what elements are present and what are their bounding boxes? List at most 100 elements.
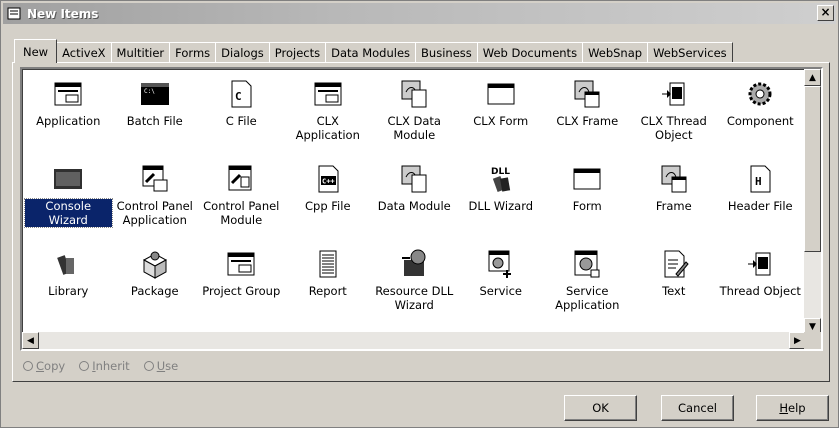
- item-console-wizard[interactable]: Console Wizard: [24, 157, 113, 242]
- item-dll-wizard[interactable]: DLL DLL Wizard: [458, 157, 545, 242]
- cancel-button[interactable]: Cancel: [661, 395, 734, 421]
- tab-strip: New ActiveX Multitier Forms Dialogs Projects D…: [14, 39, 733, 63]
- item-project-group[interactable]: Project Group: [198, 242, 285, 327]
- tab-forms[interactable]: Forms: [169, 42, 217, 63]
- new-items-icon: [7, 7, 21, 19]
- item-data-module[interactable]: Data Module: [371, 157, 458, 242]
- vertical-scrollbar[interactable]: ▲ ▼: [804, 69, 821, 335]
- item-label: Package: [130, 284, 179, 298]
- radio-dot[interactable]: [79, 361, 90, 371]
- service-icon: [488, 250, 511, 278]
- item-clx-thread-object[interactable]: CLX Thread Object: [631, 72, 718, 157]
- item-control-panel-module[interactable]: Control Panel Module: [198, 157, 285, 242]
- item-service[interactable]: Service: [458, 242, 545, 327]
- option-copy[interactable]: Copy: [23, 359, 65, 373]
- svg-text:C++: C++: [322, 178, 335, 186]
- option-use[interactable]: Use: [143, 359, 178, 373]
- item-clx-application[interactable]: CLX Application: [285, 72, 372, 157]
- item-label: Thread Object: [719, 284, 801, 298]
- tab-projects[interactable]: Projects: [268, 42, 327, 63]
- item-resource-dll-wizard[interactable]: Resource DLL Wizard: [371, 242, 458, 327]
- thread-icon: [748, 252, 771, 276]
- c-doc-icon: C: [231, 80, 252, 108]
- window-icon: [227, 252, 255, 276]
- item-package[interactable]: Package: [112, 242, 199, 327]
- item-label: Resource DLL Wizard: [375, 284, 454, 312]
- item-label: Control Panel Application: [116, 199, 193, 227]
- item-label: Batch File: [126, 114, 183, 128]
- books-icon: [57, 255, 75, 275]
- item-form[interactable]: Form: [544, 157, 631, 242]
- form-icon: [573, 168, 601, 190]
- vertical-scroll-thumb[interactable]: [804, 86, 821, 252]
- gear-icon: [748, 82, 772, 106]
- item-label: Control Panel Module: [203, 199, 280, 227]
- new-items-dialog: New Items × New ActiveX Multitier Forms Dial…: [0, 0, 839, 428]
- svg-text:C:\: C:\: [144, 88, 155, 95]
- item-component[interactable]: Component: [717, 72, 804, 157]
- scroll-left-button[interactable]: ◀: [22, 332, 39, 349]
- item-control-panel-application[interactable]: Control Panel Application: [112, 157, 199, 242]
- items-listview[interactable]: Application C:\ Batch File C C File CLX Appli…: [20, 67, 823, 351]
- tab-web-documents[interactable]: Web Documents: [476, 42, 584, 63]
- item-label: Text: [662, 284, 686, 298]
- close-button[interactable]: ×: [817, 5, 834, 21]
- resource-icon: [402, 249, 426, 276]
- item-label: Component: [726, 114, 794, 128]
- tab-webservices[interactable]: WebServices: [647, 42, 733, 63]
- horizontal-scrollbar[interactable]: ◀ ▶: [22, 332, 806, 349]
- item-cpp-file[interactable]: C++ Cpp File: [285, 157, 372, 242]
- item-batch-file[interactable]: C:\ Batch File: [112, 72, 199, 157]
- tab-websnap[interactable]: WebSnap: [582, 42, 649, 63]
- radio-dot[interactable]: [143, 361, 154, 371]
- window-icon: [54, 82, 82, 106]
- item-thread-object[interactable]: Thread Object: [717, 242, 804, 327]
- item-label: CLX Data Module: [387, 114, 441, 142]
- tab-dialogs[interactable]: Dialogs: [215, 42, 270, 63]
- datamodule-icon: [401, 165, 427, 193]
- tab-activex[interactable]: ActiveX: [56, 42, 112, 63]
- item-clx-data-module[interactable]: CLX Data Module: [371, 72, 458, 157]
- cpl-icon: [142, 165, 168, 192]
- item-label: Frame: [655, 199, 692, 213]
- window-icon: [314, 82, 342, 106]
- item-label: DLL Wizard: [468, 199, 534, 213]
- help-button[interactable]: Help: [756, 395, 829, 421]
- item-library[interactable]: Library: [25, 242, 112, 327]
- window-title: New Items: [27, 6, 99, 21]
- item-clx-frame[interactable]: CLX Frame: [544, 72, 631, 157]
- console-gray-icon: [54, 169, 83, 189]
- item-label: CLX Form: [473, 114, 529, 128]
- option-label: Inherit: [92, 359, 130, 373]
- radio-dot[interactable]: [23, 361, 33, 371]
- service-app-icon: [574, 250, 600, 278]
- ok-button[interactable]: OK: [564, 395, 637, 421]
- item-label: Form: [572, 199, 602, 213]
- option-label: Copy: [36, 359, 66, 373]
- scroll-up-button[interactable]: ▲: [804, 69, 821, 86]
- report-icon: [319, 250, 337, 278]
- item-label: CLX Application: [295, 114, 360, 142]
- option-inherit[interactable]: Inherit: [79, 359, 130, 373]
- item-clx-form[interactable]: CLX Form: [458, 72, 545, 157]
- scroll-corner: [804, 332, 821, 349]
- item-frame[interactable]: Frame: [631, 157, 718, 242]
- tab-data-modules[interactable]: Data Modules: [325, 42, 417, 63]
- help-rest: elp: [788, 401, 806, 415]
- item-label: Console Wizard: [24, 198, 113, 228]
- item-header-file[interactable]: H Header File: [717, 157, 804, 242]
- title-bar[interactable]: New Items ×: [3, 3, 836, 24]
- dll-icon: DLL: [491, 167, 510, 192]
- item-application[interactable]: Application: [25, 72, 112, 157]
- tab-multitier[interactable]: Multitier: [110, 42, 171, 63]
- item-text[interactable]: Text: [631, 242, 718, 327]
- item-c-file[interactable]: C C File: [198, 72, 285, 157]
- tab-new[interactable]: New: [14, 39, 58, 63]
- item-label: Service: [479, 284, 522, 298]
- datamodule-icon: [401, 80, 427, 108]
- item-label: Report: [308, 284, 347, 298]
- frame-icon: [574, 80, 600, 108]
- item-report[interactable]: Report: [285, 242, 372, 327]
- tab-business[interactable]: Business: [415, 42, 478, 63]
- item-service-application[interactable]: Service Application: [544, 242, 631, 327]
